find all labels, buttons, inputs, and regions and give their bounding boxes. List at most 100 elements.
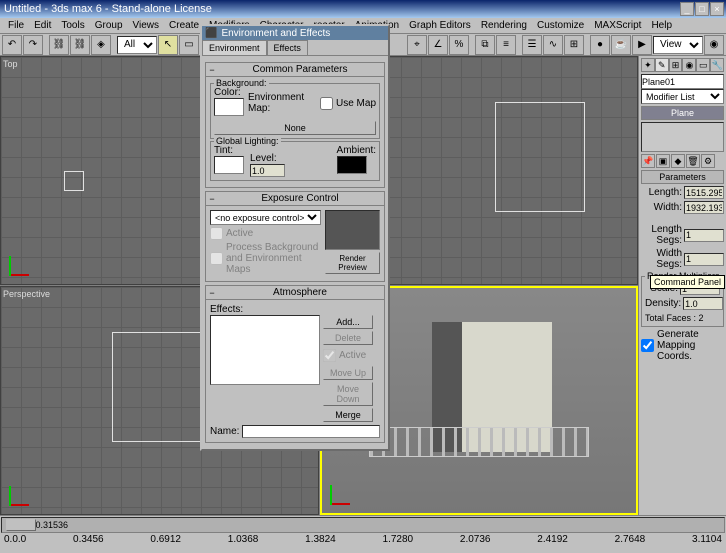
modifier-stack[interactable] — [641, 122, 724, 152]
menu-rendering[interactable]: Rendering — [477, 19, 531, 32]
menu-help[interactable]: Help — [647, 19, 676, 32]
width-input[interactable] — [684, 201, 724, 214]
render-preview-button[interactable]: Render Preview — [325, 252, 380, 274]
effect-name-input[interactable] — [242, 425, 380, 438]
effects-label: Effects: — [210, 304, 380, 315]
lsegs-label: Length Segs: — [641, 224, 682, 246]
tick: 2.0736 — [460, 534, 491, 546]
level-label: Level: — [250, 153, 285, 164]
display-tab[interactable]: ▭ — [696, 58, 710, 72]
environment-dialog: ⬛Environment and Effects Environment Eff… — [200, 24, 390, 451]
create-tab[interactable]: ✦ — [641, 58, 655, 72]
menu-group[interactable]: Group — [91, 19, 127, 32]
global-lighting-group: Global Lighting: — [214, 136, 281, 146]
menu-tools[interactable]: Tools — [57, 19, 88, 32]
parameters-rollout[interactable]: Parameters — [641, 170, 724, 184]
redo-button[interactable]: ↷ — [23, 35, 43, 55]
bg-color-swatch[interactable] — [214, 98, 244, 116]
lsegs-input[interactable] — [684, 229, 724, 242]
level-input[interactable] — [250, 164, 285, 177]
menu-file[interactable]: File — [4, 19, 28, 32]
pin-stack-button[interactable]: 📌 — [641, 154, 655, 168]
close-button[interactable]: × — [710, 2, 724, 16]
axis-gizmo — [9, 476, 39, 506]
viewport-label: Perspective — [3, 289, 50, 299]
rollout-header[interactable]: Exposure Control — [206, 192, 384, 206]
selection-filter[interactable]: All — [117, 36, 157, 54]
render-button[interactable]: ▶ — [632, 35, 652, 55]
merge-button[interactable]: Merge — [323, 408, 373, 422]
motion-tab[interactable]: ◉ — [682, 58, 696, 72]
select-name-button[interactable]: ▭ — [179, 35, 199, 55]
link-button[interactable]: ⛓ — [49, 35, 69, 55]
hierarchy-tab[interactable]: ⊞ — [669, 58, 683, 72]
menu-views[interactable]: Views — [129, 19, 164, 32]
mirror-button[interactable]: ⧉ — [475, 35, 495, 55]
modifier-stack-item[interactable]: Plane — [641, 106, 724, 120]
select-button[interactable]: ↖ — [158, 35, 178, 55]
gen-mapping-checkbox[interactable] — [641, 339, 654, 352]
layers-button[interactable]: ☰ — [522, 35, 542, 55]
command-panel-tabs: ✦ ✎ ⊞ ◉ ▭ 🔧 — [641, 58, 724, 72]
envmap-none-button[interactable]: None — [214, 121, 376, 135]
angle-snap-button[interactable]: ∠ — [428, 35, 448, 55]
wsegs-input[interactable] — [684, 253, 724, 266]
exposure-rollout: Exposure Control <no exposure control> A… — [205, 191, 385, 282]
show-result-button[interactable]: ▣ — [656, 154, 670, 168]
remove-mod-button[interactable]: 🗑 — [686, 154, 700, 168]
viewport-label: Top — [3, 59, 18, 69]
tick: 0.6912 — [150, 534, 181, 546]
modifier-list[interactable]: Modifier List — [641, 89, 724, 104]
axis-gizmo — [9, 246, 39, 276]
background-group: Background: — [214, 78, 269, 88]
exposure-preview — [325, 210, 380, 250]
percent-snap-button[interactable]: % — [449, 35, 469, 55]
render-scene-button[interactable]: ☕ — [611, 35, 631, 55]
curve-editor-button[interactable]: ∿ — [543, 35, 563, 55]
render-last-button[interactable]: ◉ — [704, 35, 724, 55]
title-bar: Untitled - 3ds max 6 - Stand-alone Licen… — [0, 0, 726, 18]
dialog-title[interactable]: ⬛Environment and Effects — [202, 26, 388, 40]
menu-maxscript[interactable]: MAXScript — [590, 19, 645, 32]
axis-gizmo — [330, 475, 360, 505]
status-bar: 0.0 0 / 0.31536 0.0.0 0.3456 0.6912 1.03… — [0, 515, 726, 553]
unlink-button[interactable]: ⛓ — [70, 35, 90, 55]
time-slider[interactable]: 0.0 0 / 0.31536 — [1, 517, 725, 533]
menu-edit[interactable]: Edit — [30, 19, 55, 32]
time-ruler[interactable]: 0.0.0 0.3456 0.6912 1.0368 1.3824 1.7280… — [0, 534, 726, 546]
tick: 2.4192 — [537, 534, 568, 546]
tab-effects[interactable]: Effects — [267, 40, 308, 55]
time-thumb[interactable] — [6, 519, 36, 531]
exposure-combo[interactable]: <no exposure control> — [210, 210, 321, 225]
add-effect-button[interactable]: Add... — [323, 315, 373, 329]
menu-grapheditors[interactable]: Graph Editors — [405, 19, 475, 32]
length-input[interactable] — [684, 186, 724, 199]
ambient-swatch[interactable] — [337, 156, 367, 174]
menu-create[interactable]: Create — [165, 19, 203, 32]
usemap-checkbox[interactable] — [320, 97, 333, 110]
modify-tab[interactable]: ✎ — [655, 58, 669, 72]
object-name-field[interactable] — [641, 74, 724, 89]
utilities-tab[interactable]: 🔧 — [710, 58, 724, 72]
rollout-header[interactable]: Atmosphere — [206, 286, 384, 300]
schematic-button[interactable]: ⊞ — [564, 35, 584, 55]
density-label: Density: — [645, 298, 681, 309]
snap-button[interactable]: ⌖ — [407, 35, 427, 55]
tab-environment[interactable]: Environment — [202, 40, 267, 55]
minimize-button[interactable]: _ — [680, 2, 694, 16]
density-input[interactable] — [683, 297, 723, 310]
rollout-header[interactable]: Common Parameters — [206, 63, 384, 77]
align-button[interactable]: ≡ — [496, 35, 516, 55]
ref-coord-system[interactable]: View — [653, 36, 703, 54]
material-editor-button[interactable]: ● — [590, 35, 610, 55]
undo-button[interactable]: ↶ — [2, 35, 22, 55]
effects-list[interactable] — [210, 315, 320, 385]
bind-button[interactable]: ◈ — [91, 35, 111, 55]
config-button[interactable]: ⚙ — [701, 154, 715, 168]
common-params-rollout: Common Parameters Background: Color: Env… — [205, 62, 385, 188]
unique-button[interactable]: ◆ — [671, 154, 685, 168]
envmap-label: Environment Map: — [248, 92, 316, 114]
maximize-button[interactable]: □ — [695, 2, 709, 16]
tint-swatch[interactable] — [214, 156, 244, 174]
menu-customize[interactable]: Customize — [533, 19, 588, 32]
